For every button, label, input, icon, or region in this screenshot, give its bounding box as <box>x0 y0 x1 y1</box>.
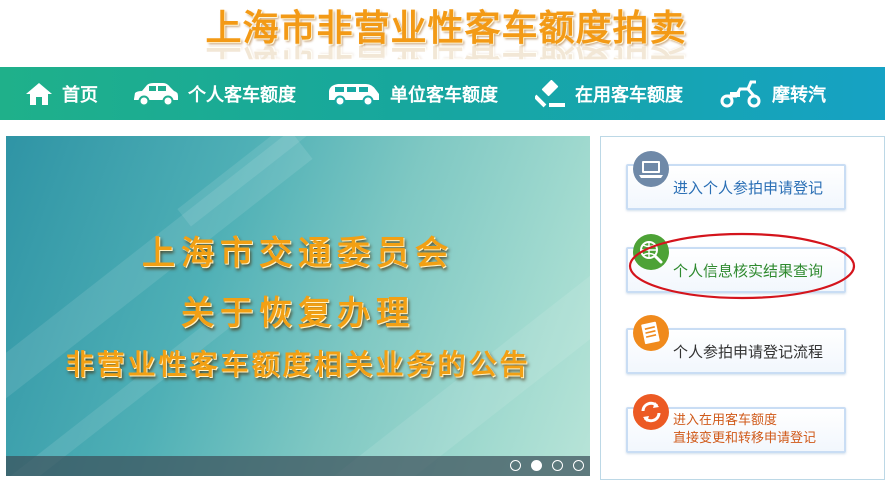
entry-label: 个人参拍申请登记流程 <box>673 342 824 361</box>
personal-bid-registration-button[interactable]: 进入个人参拍申请登记 <box>626 151 846 210</box>
nav-item-company-quota[interactable]: 单位客车额度 <box>326 67 498 120</box>
banner-line-1: 上海市交通委员会 <box>142 233 454 272</box>
banner-line-3: 非营业性客车额度相关业务的公告 <box>65 348 531 381</box>
quick-links-panel: 进入个人参拍申请登记 个人信息核实结果查询 个人参拍申请登记流程 进入在用客车额… <box>600 136 885 480</box>
banner-line-2: 关于恢复办理 <box>181 293 415 332</box>
nav-label-company-quota: 单位客车额度 <box>390 84 498 106</box>
carousel-dot[interactable] <box>510 460 521 471</box>
van-icon <box>329 83 379 106</box>
scooter-icon <box>720 80 761 107</box>
carousel-pagination <box>510 460 584 471</box>
personal-info-verification-query-button[interactable]: 个人信息核实结果查询 <box>626 234 846 293</box>
refresh-icon <box>633 394 669 430</box>
laptop-icon <box>633 151 669 187</box>
entry-label-multiline: 进入在用客车额度 直接变更和转移申请登记 <box>673 409 816 451</box>
entry-label-line-2: 直接变更和转移申请登记 <box>673 431 817 446</box>
carousel-dot[interactable] <box>552 460 563 471</box>
entry-label-line-1: 进入在用客车额度 <box>673 413 778 428</box>
bid-registration-process-button[interactable]: 个人参拍申请登记流程 <box>626 315 846 374</box>
used-car-quota-transfer-registration-button[interactable]: 进入在用客车额度 直接变更和转移申请登记 <box>626 394 846 453</box>
nav-label-personal-quota: 个人客车额度 <box>188 84 296 106</box>
site-title: 上海市非营业性客车额度拍卖 上海市非营业性客车额度拍卖 <box>0 0 892 64</box>
nav-item-moto-to-car[interactable]: 摩转汽 <box>718 67 826 120</box>
carousel-dot[interactable] <box>531 460 542 471</box>
document-icon <box>633 315 669 351</box>
nav-item-home[interactable]: 首页 <box>24 67 98 120</box>
carousel-footer <box>6 456 590 476</box>
nav-item-used-car-quota[interactable]: 在用客车额度 <box>535 67 683 120</box>
announcement-carousel[interactable]: 上海市交通委员会 关于恢复办理 非营业性客车额度相关业务的公告 <box>6 136 590 476</box>
nav-item-personal-quota[interactable]: 个人客车额度 <box>130 67 296 120</box>
globe-search-icon <box>633 234 669 270</box>
main-nav: 首页 个人客车额度 单位客车额度 在用客车额度 摩转汽 <box>0 67 885 120</box>
entry-label: 个人信息核实结果查询 <box>673 261 824 280</box>
home-icon <box>26 82 52 105</box>
car-icon <box>134 82 178 106</box>
entry-label: 进入个人参拍申请登记 <box>673 178 824 197</box>
carousel-dot[interactable] <box>573 460 584 471</box>
gavel-icon <box>535 79 565 107</box>
nav-label-home: 首页 <box>62 84 98 106</box>
nav-label-moto-to-car: 摩转汽 <box>772 84 826 106</box>
site-title-text: 上海市非营业性客车额度拍卖 <box>205 7 687 49</box>
nav-label-used-car-quota: 在用客车额度 <box>575 84 683 106</box>
